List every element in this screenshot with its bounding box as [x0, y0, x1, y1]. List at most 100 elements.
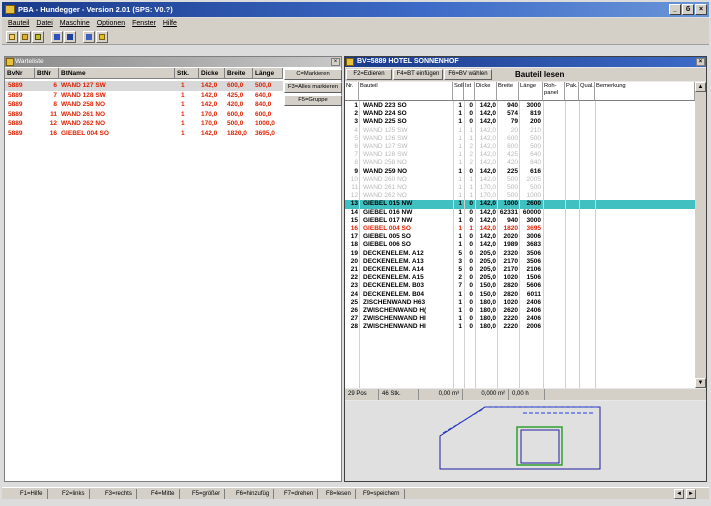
parts-row[interactable]: 4 WAND 125 SW 1 1 142,0 20 210 [345, 127, 695, 135]
parts-row[interactable]: 9 WAND 259 NO 1 0 142,0 225 616 [345, 168, 695, 176]
col-btname[interactable]: BtName [59, 68, 175, 79]
fkey-save[interactable]: F9=speichern [359, 489, 405, 499]
close-icon[interactable]: × [696, 58, 705, 66]
col-pak[interactable]: Pak. [565, 82, 579, 101]
parts-row[interactable]: 2 WAND 224 SO 1 0 142,0 574 819 [345, 110, 695, 118]
mark-all-button[interactable]: F3=Alles markieren [284, 82, 342, 93]
close-button[interactable]: × [695, 4, 707, 15]
col-laenge[interactable]: Länge [519, 82, 543, 101]
parts-row[interactable]: 11 WAND 261 NO 1 1 170,0 500 500 [345, 184, 695, 192]
transfer-icon[interactable] [64, 31, 76, 43]
cell-ist: 0 [469, 102, 473, 109]
cell-dicke: 142,0 [479, 167, 496, 175]
fkey-rotate[interactable]: F7=drehen [280, 489, 319, 499]
parts-row[interactable]: 7 WAND 128 SW 1 2 142,0 425 640 [345, 151, 695, 159]
col-bvnr[interactable]: BvNr [5, 68, 35, 79]
close-icon[interactable]: × [331, 58, 340, 66]
col-laenge[interactable]: Länge [253, 68, 283, 79]
parts-row[interactable]: 23 DECKENELEM. B03 7 0 150,0 2820 5606 [345, 282, 695, 290]
fkey-left[interactable]: F2=links [58, 489, 90, 499]
fkey-help[interactable]: F1=Hilfe [16, 489, 48, 499]
status-hours: 0,00 h [509, 389, 545, 400]
parts-row[interactable]: 18 GIEBEL 006 SO 1 0 142,0 1989 3683 [345, 241, 695, 249]
parts-row[interactable]: 16 GIEBEL 004 SO 1 1 142,0 1820 3695 [345, 225, 695, 233]
edit-button[interactable]: F2=Edieren [346, 69, 392, 80]
new-icon[interactable] [6, 31, 18, 43]
col-rohpanel[interactable]: Roh-panel [543, 82, 565, 101]
col-soll[interactable]: Soll [453, 82, 464, 101]
parts-row[interactable]: 8 WAND 258 NO 1 2 142,0 420 840 [345, 159, 695, 167]
parts-row[interactable]: 22 DECKENELEM. A15 2 0 205,0 1020 1506 [345, 274, 695, 282]
cell-soll: 1 [458, 200, 462, 208]
col-bemerkung[interactable]: Bemerkung [595, 82, 695, 101]
col-stk[interactable]: Stk. [175, 68, 199, 79]
parts-row[interactable]: 15 GIEBEL 017 NW 1 0 142,0 940 3000 [345, 217, 695, 225]
grid-line [359, 101, 360, 388]
menu-maschine[interactable]: Maschine [60, 18, 90, 29]
cell-nr: 26 [350, 307, 358, 314]
scroll-up-arrow-icon[interactable]: ▲ [695, 82, 706, 92]
cell-dicke: 180,0 [479, 323, 496, 331]
parts-row[interactable]: 28 ZWISCHENWAND HI 1 0 180,0 2220 2006 [345, 323, 695, 331]
parts-row[interactable]: 17 GIEBEL 005 SO 1 0 142,0 2020 3006 [345, 233, 695, 241]
parts-row[interactable]: 19 DECKENELEM. A12 5 0 205,0 2320 3506 [345, 250, 695, 258]
waiting-list-row[interactable]: 5889 16 GIEBEL 004 SO 1 142,0 1820,0 3695,0 [5, 129, 283, 139]
scroll-down-arrow-icon[interactable]: ▼ [695, 378, 706, 388]
col-breite[interactable]: Breite [497, 82, 519, 101]
waiting-list-row[interactable]: 5889 6 WAND 127 SW 1 142,0 600,0 500,0 [5, 81, 283, 91]
col-bauteil[interactable]: Bauteil [359, 82, 453, 101]
col-btnr[interactable]: BtNr [35, 68, 59, 79]
parts-row[interactable]: 3 WAND 225 SO 1 0 142,0 79 200 [345, 118, 695, 126]
open-folder-icon[interactable] [19, 31, 31, 43]
cell-soll: 7 [458, 282, 462, 290]
fkey-read[interactable]: F8=lesen [322, 489, 356, 499]
tools-icon[interactable] [32, 31, 44, 43]
chart-icon[interactable] [96, 31, 108, 43]
select-project-button[interactable]: F6=BV wählen [444, 69, 492, 80]
parts-row[interactable]: 6 WAND 127 SW 1 2 142,0 600 500 [345, 143, 695, 151]
parts-row[interactable]: 24 DECKENELEM. B04 1 0 150,0 2820 6011 [345, 291, 695, 299]
col-nr[interactable]: Nr. [345, 82, 359, 101]
fkey-center[interactable]: F4=Mitte [147, 489, 180, 499]
col-breite[interactable]: Breite [225, 68, 253, 79]
group-button[interactable]: F5=Gruppe [284, 95, 342, 106]
waiting-list-row[interactable]: 5889 11 WAND 261 NO 1 170,0 600,0 600,0 [5, 110, 283, 120]
minimize-button[interactable]: _ [669, 4, 681, 15]
parts-row[interactable]: 27 ZWISCHENWAND HI 1 0 180,0 2220 2406 [345, 315, 695, 323]
parts-row[interactable]: 13 GIEBEL 015 NW 1 0 142,0 1000 2600 [345, 200, 695, 209]
parts-row[interactable]: 20 DECKENELEM. A13 3 0 205,0 2170 3506 [345, 258, 695, 266]
waiting-list-row[interactable]: 5889 8 WAND 258 NO 1 142,0 420,0 840,0 [5, 100, 283, 110]
mark-button[interactable]: C=Markieren [284, 69, 342, 80]
machine-icon[interactable] [51, 31, 63, 43]
parts-row[interactable]: 21 DECKENELEM. A14 5 0 205,0 2170 2106 [345, 266, 695, 274]
waiting-list-row[interactable]: 5889 7 WAND 128 SW 1 142,0 425,0 640,0 [5, 91, 283, 101]
parts-row[interactable]: 1 WAND 223 SO 1 0 142,0 940 3000 [345, 102, 695, 110]
scroll-left-arrow-icon[interactable]: ◄ [674, 489, 684, 499]
col-qual[interactable]: Qual. [579, 82, 595, 101]
fkey-larger[interactable]: F5=größer [188, 489, 226, 499]
insert-part-button[interactable]: F4=BT einfügen [393, 69, 443, 80]
parts-row[interactable]: 5 WAND 126 SW 1 1 142,0 600 500 [345, 135, 695, 143]
parts-row[interactable]: 26 ZWISCHENWAND H(1 0 180,0 2620 2406 [345, 307, 695, 315]
col-dicke[interactable]: Dicke [199, 68, 225, 79]
menu-bauteil[interactable]: Bauteil [8, 18, 29, 29]
fkey-add[interactable]: F6=hinzufüg [232, 489, 275, 499]
menu-fenster[interactable]: Fenster [132, 18, 156, 29]
list-icon[interactable] [83, 31, 95, 43]
fkey-right[interactable]: F3=rechts [101, 489, 137, 499]
parts-row[interactable]: 25 ZISCHENWAND H63 1 0 180,0 1020 2406 [345, 299, 695, 307]
cell-breite: 1020 [503, 298, 518, 306]
parts-row[interactable]: 14 GIEBEL 016 NW 1 0 142,0 62331 60000 [345, 209, 695, 217]
menu-hilfe[interactable]: Hilfe [163, 18, 177, 29]
col-dicke[interactable]: Dicke [475, 82, 497, 101]
cell-dicke: 142,0 [479, 151, 496, 159]
col-ist[interactable]: Ist [464, 82, 475, 101]
menu-datei[interactable]: Datei [36, 18, 52, 29]
parts-scrollbar[interactable]: ▲ ▼ [695, 82, 706, 388]
parts-row[interactable]: 10 WAND 260 NO 1 1 142,0 500 2005 [345, 176, 695, 184]
parts-row[interactable]: 12 WAND 262 NO 1 1 170,0 500 1000 [345, 192, 695, 200]
restore-button[interactable]: б [682, 4, 694, 15]
waiting-list-row[interactable]: 5889 12 WAND 262 NO 1 170,0 500,0 1000,0 [5, 119, 283, 129]
menu-optionen[interactable]: Optionen [97, 18, 125, 29]
scroll-right-arrow-icon[interactable]: ► [686, 489, 696, 499]
